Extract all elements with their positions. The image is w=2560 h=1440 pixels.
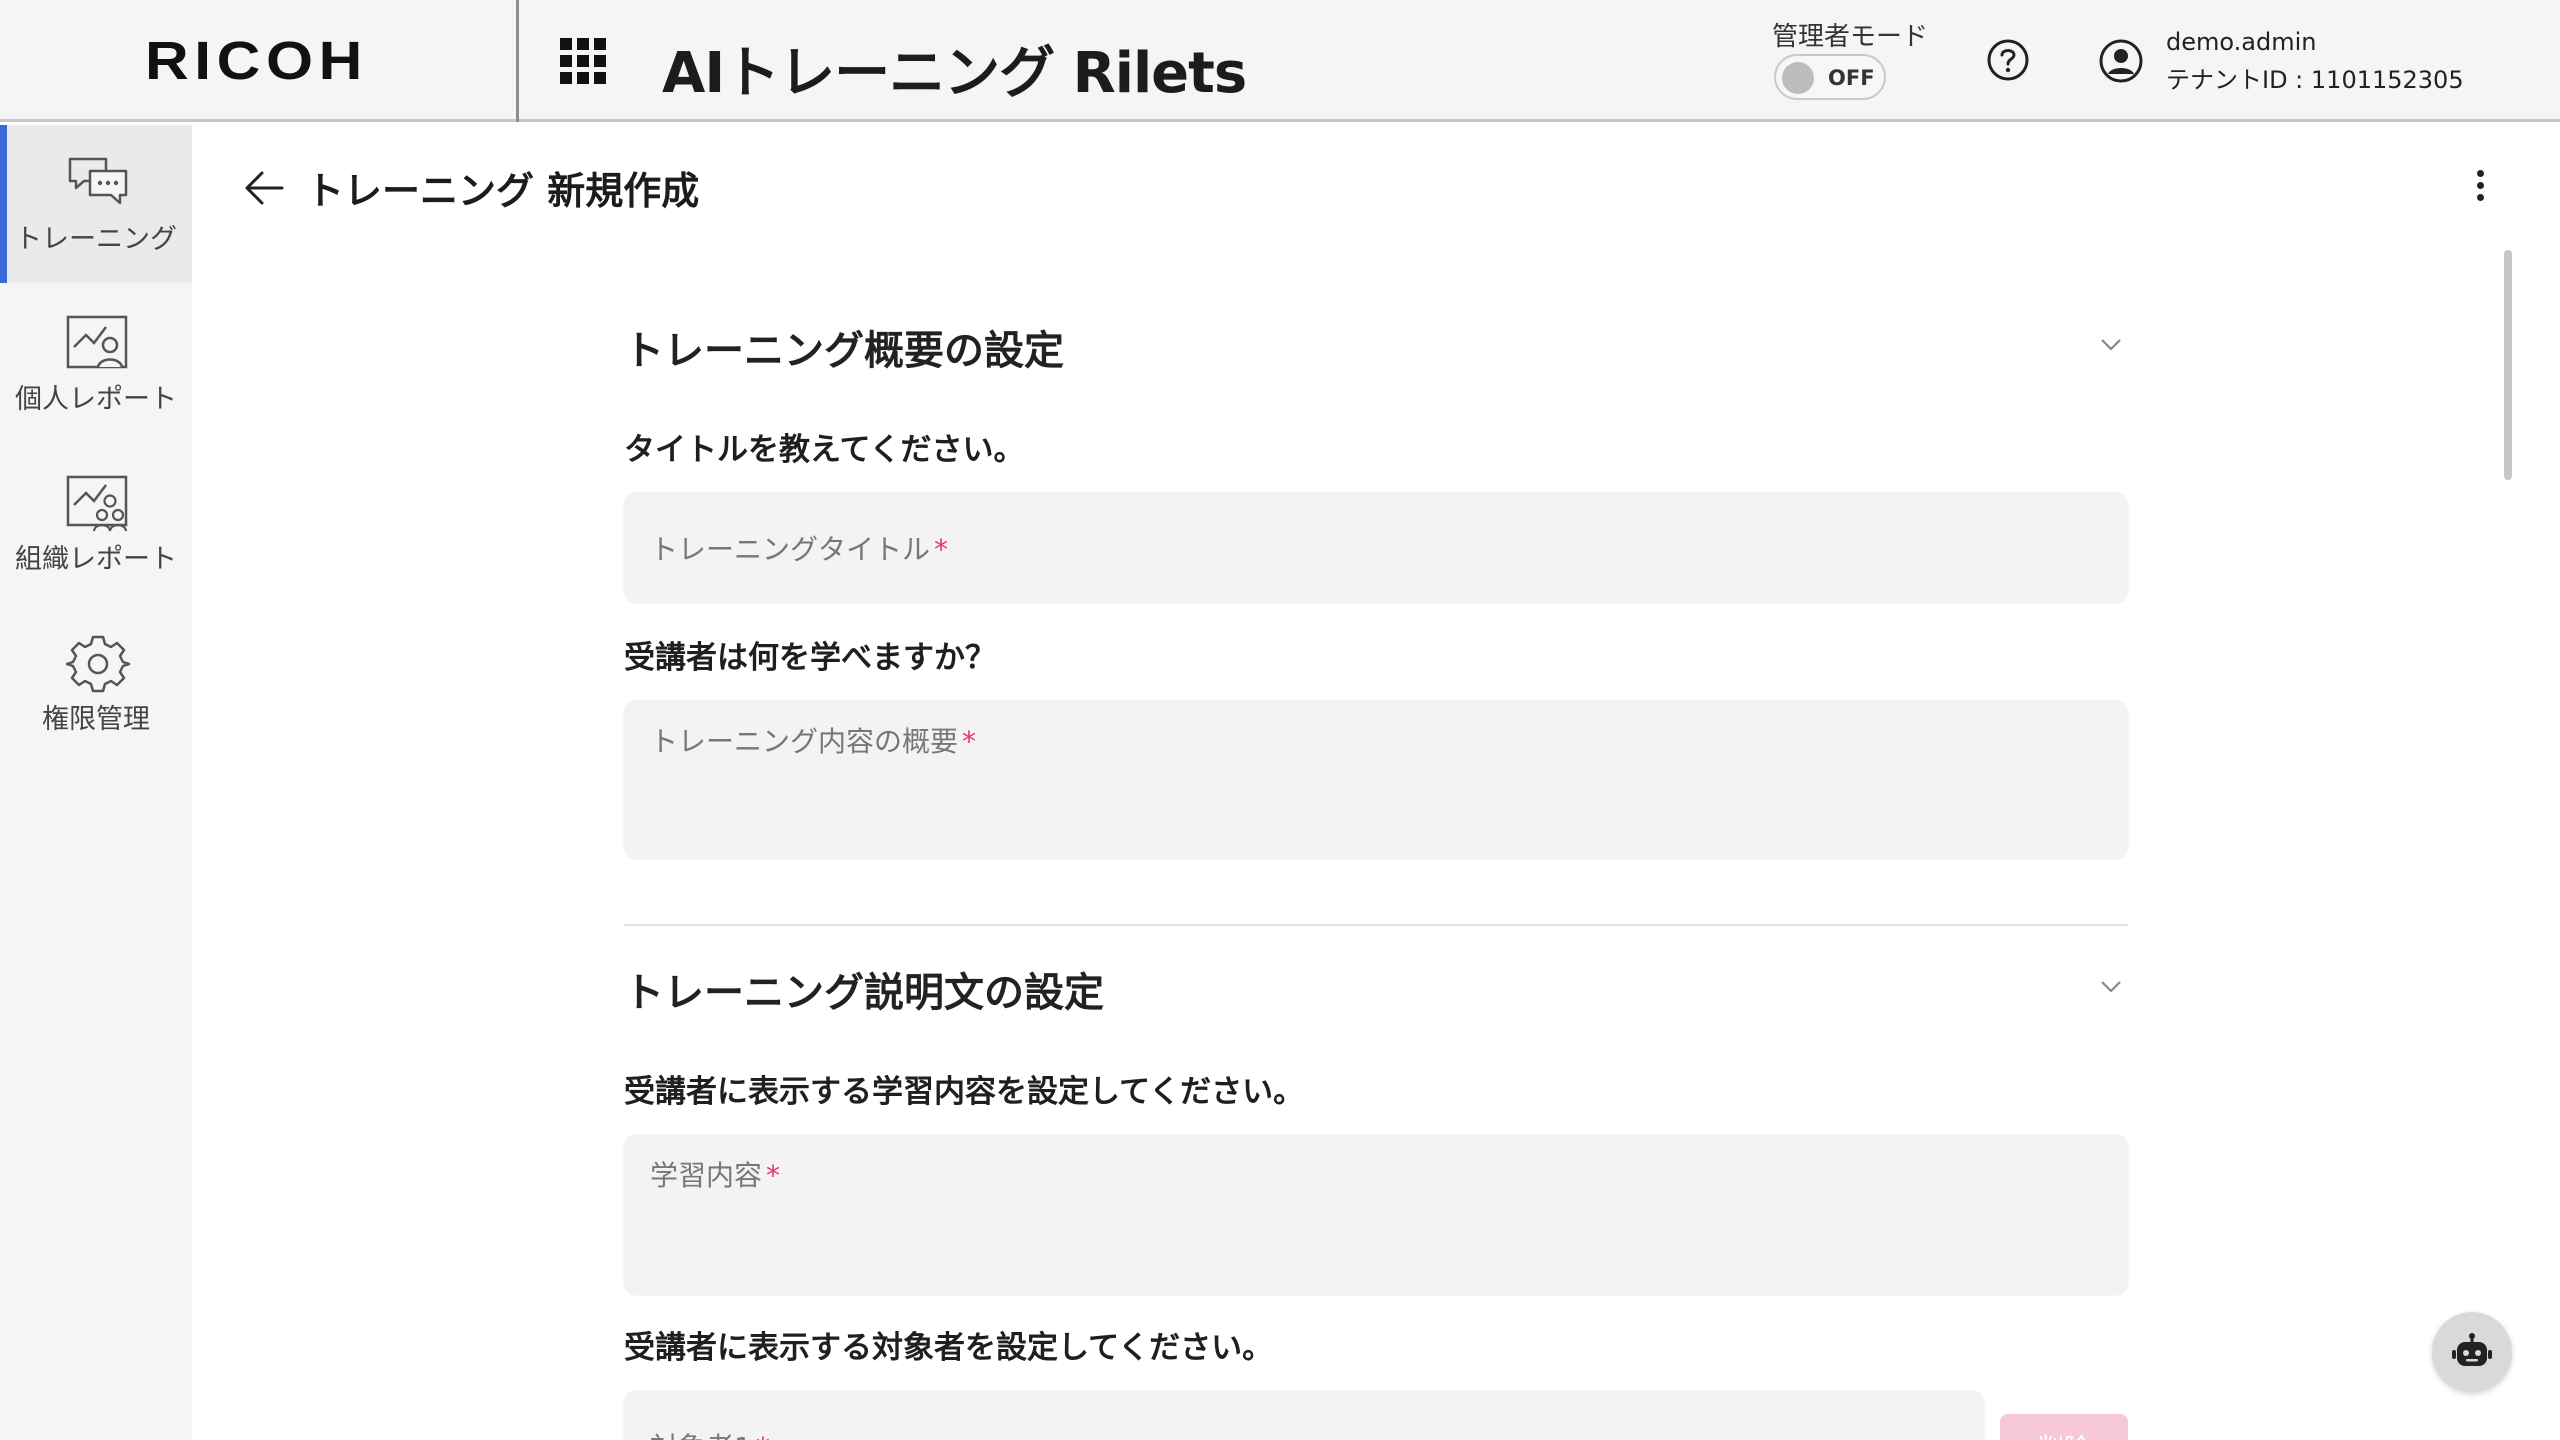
app-grid-icon[interactable] xyxy=(560,38,606,84)
learning-content-textarea[interactable]: 学習内容 * xyxy=(624,1134,2128,1294)
learning-content-question-label: 受講者に表示する学習内容を設定してください。 xyxy=(624,1074,1305,1110)
training-summary-placeholder: トレーニング内容の概要 * xyxy=(650,725,977,758)
sidebar-item-permissions[interactable]: 権限管理 xyxy=(0,605,192,763)
sidebar-item-label: トレーニング xyxy=(15,224,177,255)
section-divider xyxy=(624,924,2128,926)
learning-content-placeholder: 学習内容 * xyxy=(650,1159,781,1192)
training-summary-textarea[interactable]: トレーニング内容の概要 * xyxy=(624,700,2128,858)
toggle-state-label: OFF xyxy=(1828,66,1875,90)
sidebar-item-label: 組織レポート xyxy=(15,544,177,575)
user-name: demo.admin xyxy=(2166,28,2317,56)
target-audience-input[interactable]: 対象者1* xyxy=(624,1390,1984,1440)
admin-mode-label: 管理者モード xyxy=(1772,22,1929,52)
training-title-placeholder: トレーニングタイトル * xyxy=(650,533,949,566)
scrollbar[interactable] xyxy=(2504,250,2512,480)
section-title-overview: トレーニング概要の設定 xyxy=(624,328,1064,374)
delete-target-button[interactable]: 削除 xyxy=(2000,1414,2128,1440)
group-chart-icon xyxy=(66,475,128,532)
title-question-label: タイトルを教えてください。 xyxy=(624,432,1025,468)
robot-icon xyxy=(2452,1333,2492,1366)
section-title-description: トレーニング説明文の設定 xyxy=(624,970,1104,1016)
account-icon[interactable] xyxy=(2098,38,2144,84)
learn-question-label: 受講者は何を学べますか？ xyxy=(624,640,996,676)
person-chart-icon xyxy=(66,315,128,369)
training-title-input[interactable]: トレーニングタイトル * xyxy=(624,492,2128,602)
header-divider xyxy=(516,0,519,122)
ricoh-logo[interactable]: RICOH xyxy=(145,30,368,92)
help-icon[interactable] xyxy=(1986,38,2030,82)
more-options-icon[interactable] xyxy=(2470,170,2490,206)
chevron-down-icon[interactable] xyxy=(2096,333,2126,355)
toggle-knob xyxy=(1782,62,1814,94)
sidebar: トレーニング 個人レポート 組織レポート 権限管理 xyxy=(0,125,192,1440)
sidebar-item-training[interactable]: トレーニング xyxy=(0,125,192,283)
back-arrow-icon[interactable] xyxy=(242,168,286,208)
sidebar-item-label: 個人レポート xyxy=(15,384,177,415)
app-title: AIトレーニング Rilets xyxy=(662,41,1247,106)
target-audience-placeholder: 対象者1* xyxy=(650,1426,770,1440)
admin-mode-toggle[interactable]: OFF xyxy=(1774,54,1886,100)
app-header: RICOH AIトレーニング Rilets 管理者モード OFF demo.ad… xyxy=(0,0,2560,122)
sidebar-item-org-report[interactable]: 組織レポート xyxy=(0,445,192,603)
sidebar-item-personal-report[interactable]: 個人レポート xyxy=(0,285,192,443)
tenant-id: テナントID : 1101152305 xyxy=(2166,66,2464,94)
gear-icon xyxy=(65,635,131,693)
chevron-down-icon[interactable] xyxy=(2096,975,2126,997)
chatbot-button[interactable] xyxy=(2432,1312,2512,1392)
chat-bubbles-icon xyxy=(68,157,128,205)
sidebar-item-label: 権限管理 xyxy=(42,704,150,735)
page-title: トレーニング 新規作成 xyxy=(306,169,700,213)
target-audience-question-label: 受講者に表示する対象者を設定してください。 xyxy=(624,1330,1274,1366)
